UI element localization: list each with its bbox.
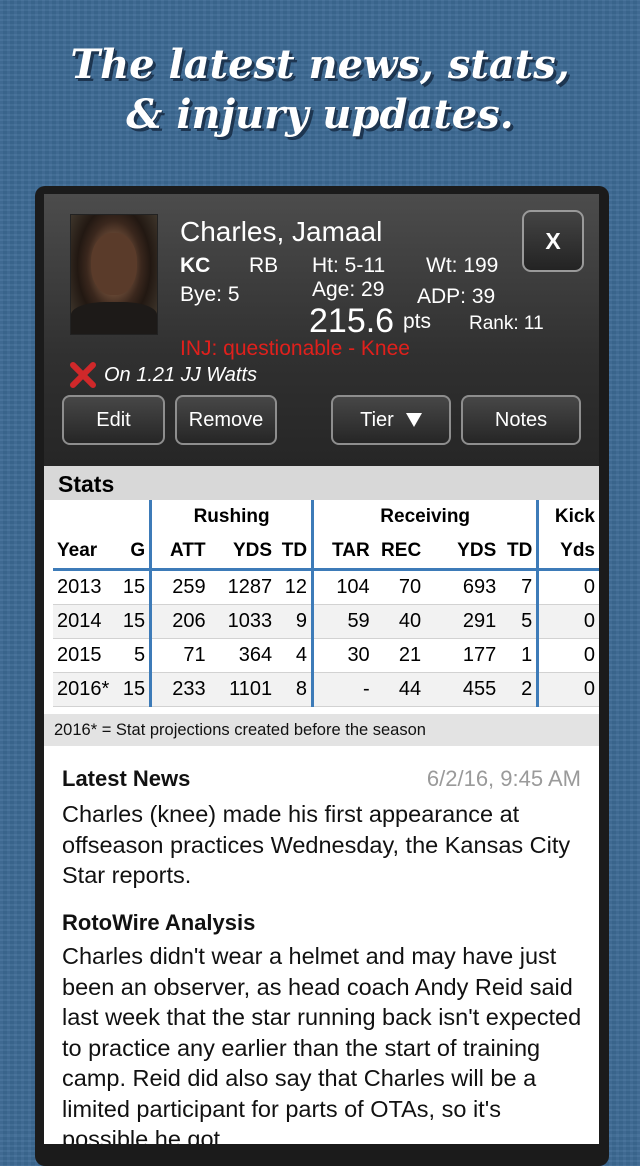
cell-rush-td: 8 (276, 672, 313, 707)
edit-button[interactable]: Edit (62, 395, 165, 445)
roster-status: On 1.21 JJ Watts (68, 360, 257, 390)
cell-rec-rec: 40 (373, 604, 426, 639)
analysis-heading: RotoWire Analysis (62, 910, 256, 935)
latest-news-heading: Latest News (62, 766, 191, 791)
col-rec-tar: TAR (311, 534, 374, 571)
injury-status: INJ: questionable - Knee (180, 337, 410, 360)
group-kick: Kick (536, 500, 599, 534)
group-receiving: Receiving (311, 500, 538, 534)
player-position: RB (249, 254, 279, 277)
stats-section-header: Stats (44, 466, 599, 500)
stats-footnote: 2016* = Stat projections created before … (54, 721, 426, 739)
col-games: G (115, 534, 151, 571)
cell-games: 15 (115, 569, 151, 605)
cell-rec-rec: 44 (373, 672, 426, 707)
stats-title: Stats (58, 471, 115, 497)
cell-rec-rec: 21 (373, 638, 426, 673)
col-rush-td: TD (276, 534, 313, 571)
col-rush-att: ATT (149, 534, 210, 571)
news-body: Charles (knee) made his first appearance… (62, 801, 571, 888)
cell-rec-td: 5 (500, 604, 538, 639)
player-header: Charles, Jamaal KC RB Ht: 5-11 Wt: 199 B… (44, 194, 599, 466)
cell-year: 2014 (53, 604, 116, 639)
promo-headline-line-2: & injury updates. (126, 91, 514, 138)
cell-rush-att: 259 (149, 569, 210, 605)
cell-rush-yds: 1033 (209, 604, 277, 639)
table-row: 2013 15 259 1287 12 104 70 693 7 0 (53, 569, 599, 605)
cell-rec-tar: - (311, 672, 374, 707)
tier-dropdown[interactable]: Tier (331, 395, 451, 445)
stats-table: Rushing Receiving Kick Year G ATT YDS TD… (53, 500, 599, 707)
news-timestamp: 6/2/16, 9:45 AM (426, 766, 581, 791)
cell-rec-yds: 693 (425, 569, 501, 605)
stats-footnote-bar: 2016* = Stat projections created before … (44, 714, 599, 746)
cell-kick-yds: 0 (536, 672, 599, 707)
player-weight: Wt: 199 (426, 254, 499, 277)
player-bye: Bye: 5 (180, 283, 240, 306)
cell-rush-td: 12 (276, 569, 313, 605)
player-adp: ADP: 39 (417, 285, 496, 308)
cell-games: 15 (115, 672, 151, 707)
points-unit: pts (403, 310, 432, 333)
remove-x-icon (70, 362, 96, 388)
cell-rush-td: 9 (276, 604, 313, 639)
cell-kick-yds: 0 (536, 638, 599, 673)
cell-year: 2015 (53, 638, 116, 673)
cell-rec-rec: 70 (373, 569, 426, 605)
notes-button[interactable]: Notes (461, 395, 581, 445)
notes-button-label: Notes (494, 408, 548, 431)
table-row: 2016* 15 233 1101 8 - 44 455 2 0 (53, 672, 599, 707)
cell-year: 2013 (53, 569, 116, 605)
col-rush-yds: YDS (209, 534, 277, 571)
cell-rush-td: 4 (276, 638, 313, 673)
player-team: KC (180, 254, 211, 277)
promo-headline-line-1: The latest news, stats, (70, 41, 570, 88)
col-rec-td: TD (500, 534, 538, 571)
cell-rec-td: 1 (500, 638, 538, 673)
col-year: Year (53, 534, 116, 571)
cell-rec-td: 2 (500, 672, 538, 707)
cell-rec-yds: 455 (425, 672, 501, 707)
player-height: Ht: 5-11 (312, 254, 386, 277)
cell-rush-yds: 1287 (209, 569, 277, 605)
remove-button-label: Remove (188, 408, 264, 431)
promo-headline: The latest news, stats, & injury updates… (0, 40, 640, 140)
player-age: Age: 29 (312, 278, 385, 301)
col-rec-rec: REC (373, 534, 426, 571)
cell-rec-tar: 104 (311, 569, 374, 605)
table-row: 2014 15 206 1033 9 59 40 291 5 0 (53, 604, 599, 639)
player-rank: Rank: 11 (469, 313, 544, 334)
cell-rush-att: 206 (149, 604, 210, 639)
cell-kick-yds: 0 (536, 569, 599, 605)
cell-games: 5 (115, 638, 151, 673)
analysis-body: Charles didn't wear a helmet and may hav… (62, 943, 582, 1144)
close-button[interactable]: X (522, 210, 584, 272)
tier-dropdown-label: Tier (360, 408, 394, 431)
player-name: Charles, Jamaal (180, 216, 383, 247)
col-rec-yds: YDS (425, 534, 501, 571)
cell-kick-yds: 0 (536, 604, 599, 639)
cell-rec-tar: 30 (311, 638, 374, 673)
cell-rush-att: 233 (149, 672, 210, 707)
cell-rec-yds: 177 (425, 638, 501, 673)
cell-rush-yds: 364 (209, 638, 277, 673)
group-rushing: Rushing (149, 500, 313, 534)
dropdown-arrow-icon (405, 413, 422, 427)
cell-games: 15 (115, 604, 151, 639)
projected-points: 215.6 (309, 302, 395, 340)
player-card: Charles, Jamaal KC RB Ht: 5-11 Wt: 199 B… (44, 194, 599, 1144)
roster-status-text: On 1.21 JJ Watts (104, 363, 258, 386)
cell-rec-yds: 291 (425, 604, 501, 639)
cell-rush-yds: 1101 (209, 672, 277, 707)
cell-year: 2016* (53, 672, 116, 707)
cell-rec-td: 7 (500, 569, 538, 605)
player-photo (70, 214, 158, 335)
edit-button-label: Edit (96, 408, 131, 431)
cell-rec-tar: 59 (311, 604, 374, 639)
cell-rush-att: 71 (149, 638, 210, 673)
table-row: 2015 5 71 364 4 30 21 177 1 0 (53, 638, 599, 673)
col-kick-yds: Yds (536, 534, 599, 571)
remove-button[interactable]: Remove (175, 395, 277, 445)
